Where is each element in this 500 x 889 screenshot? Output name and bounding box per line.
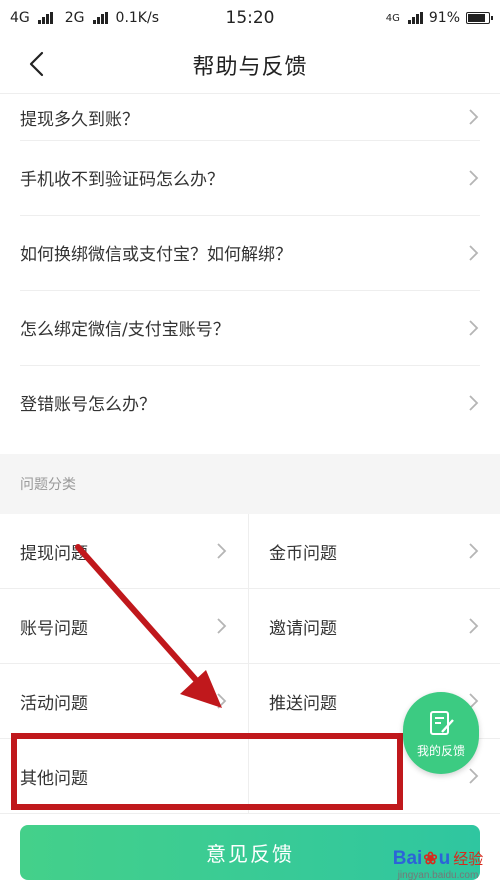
category-label: 邀请问题	[269, 618, 337, 639]
network-4g-label: 4G	[10, 10, 30, 26]
chevron-right-icon	[469, 618, 479, 634]
faq-item[interactable]: 手机收不到验证码怎么办？	[0, 140, 500, 215]
category-cell[interactable]: 账号问题	[0, 589, 249, 664]
faq-list: 提现多久到账？ 手机收不到验证码怎么办？ 如何换绑微信或支付宝？如何解绑？ 怎么…	[0, 94, 500, 440]
chevron-right-icon	[217, 693, 227, 709]
watermark-brand: Bai	[392, 847, 423, 869]
chevron-right-icon	[469, 543, 479, 559]
my-feedback-button[interactable]: 我的反馈	[403, 692, 479, 774]
watermark-brand-tail: u	[438, 847, 451, 869]
chevron-right-icon	[469, 109, 479, 125]
category-label: 其他问题	[20, 768, 88, 789]
faq-item-label: 如何换绑微信或支付宝？如何解绑？	[20, 245, 292, 265]
faq-item[interactable]: 提现多久到账？	[0, 94, 500, 140]
faq-item-label: 怎么绑定微信/支付宝账号？	[20, 320, 230, 340]
category-cell[interactable]: 邀请问题	[249, 589, 500, 664]
chevron-right-icon	[469, 319, 479, 336]
back-button[interactable]	[16, 44, 56, 84]
category-label: 金币问题	[269, 543, 337, 564]
network-2g-label: 2G	[64, 10, 85, 26]
faq-item[interactable]: 怎么绑定微信/支付宝账号？	[0, 290, 500, 365]
faq-item[interactable]: 登错账号怎么办？	[0, 365, 500, 440]
chevron-right-icon	[469, 768, 479, 784]
category-cell[interactable]: 活动问题	[0, 664, 249, 739]
faq-item-label: 提现多久到账？	[20, 109, 139, 130]
signal-icon	[37, 12, 53, 24]
chevron-right-icon	[217, 618, 227, 634]
battery-fill	[468, 14, 486, 22]
faq-item-label: 登错账号怎么办？	[20, 395, 156, 415]
my-feedback-label: 我的反馈	[416, 743, 465, 758]
category-cell[interactable]: 提现问题	[0, 514, 249, 589]
status-left: 4G 2G 0.1K/s	[10, 10, 159, 26]
chevron-left-icon	[29, 51, 44, 77]
signal-icon	[407, 12, 423, 24]
chevron-right-icon	[469, 244, 479, 261]
section-header-categories: 问题分类	[0, 454, 500, 514]
signal-icon	[92, 12, 108, 24]
paw-icon: ❀	[423, 848, 438, 868]
category-cell[interactable]: 金币问题	[249, 514, 500, 589]
category-label: 活动问题	[20, 693, 88, 714]
chevron-right-icon	[469, 394, 479, 411]
status-bar: 4G 2G 0.1K/s 15:20 4G 91%	[0, 0, 500, 36]
watermark-product: 经验	[453, 851, 484, 868]
watermark-url: jingyan.baidu.com	[397, 869, 479, 881]
feedback-button-label: 意见反馈	[206, 842, 294, 866]
battery-percent: 91%	[428, 10, 460, 26]
network-speed: 0.1K/s	[115, 10, 159, 26]
faq-item-label: 手机收不到验证码怎么办？	[20, 170, 224, 190]
page-title: 帮助与反馈	[192, 54, 308, 80]
nav-bar: 帮助与反馈	[0, 36, 500, 94]
chevron-right-icon	[469, 169, 479, 186]
network-right-label: 4G	[385, 12, 400, 24]
category-label: 账号问题	[20, 618, 88, 639]
baidu-jingyan-watermark: Bai ❀ u 经验 jingyan.baidu.com	[382, 842, 494, 886]
chevron-right-icon	[217, 543, 227, 559]
category-label: 提现问题	[20, 543, 88, 564]
watermark-logo: Bai ❀ u 经验	[393, 848, 483, 870]
faq-item[interactable]: 如何换绑微信或支付宝？如何解绑？	[0, 215, 500, 290]
category-cell[interactable]: 其他问题	[0, 739, 249, 814]
status-right: 4G 91%	[385, 10, 493, 26]
battery-icon	[466, 12, 493, 24]
edit-note-icon	[430, 710, 454, 735]
